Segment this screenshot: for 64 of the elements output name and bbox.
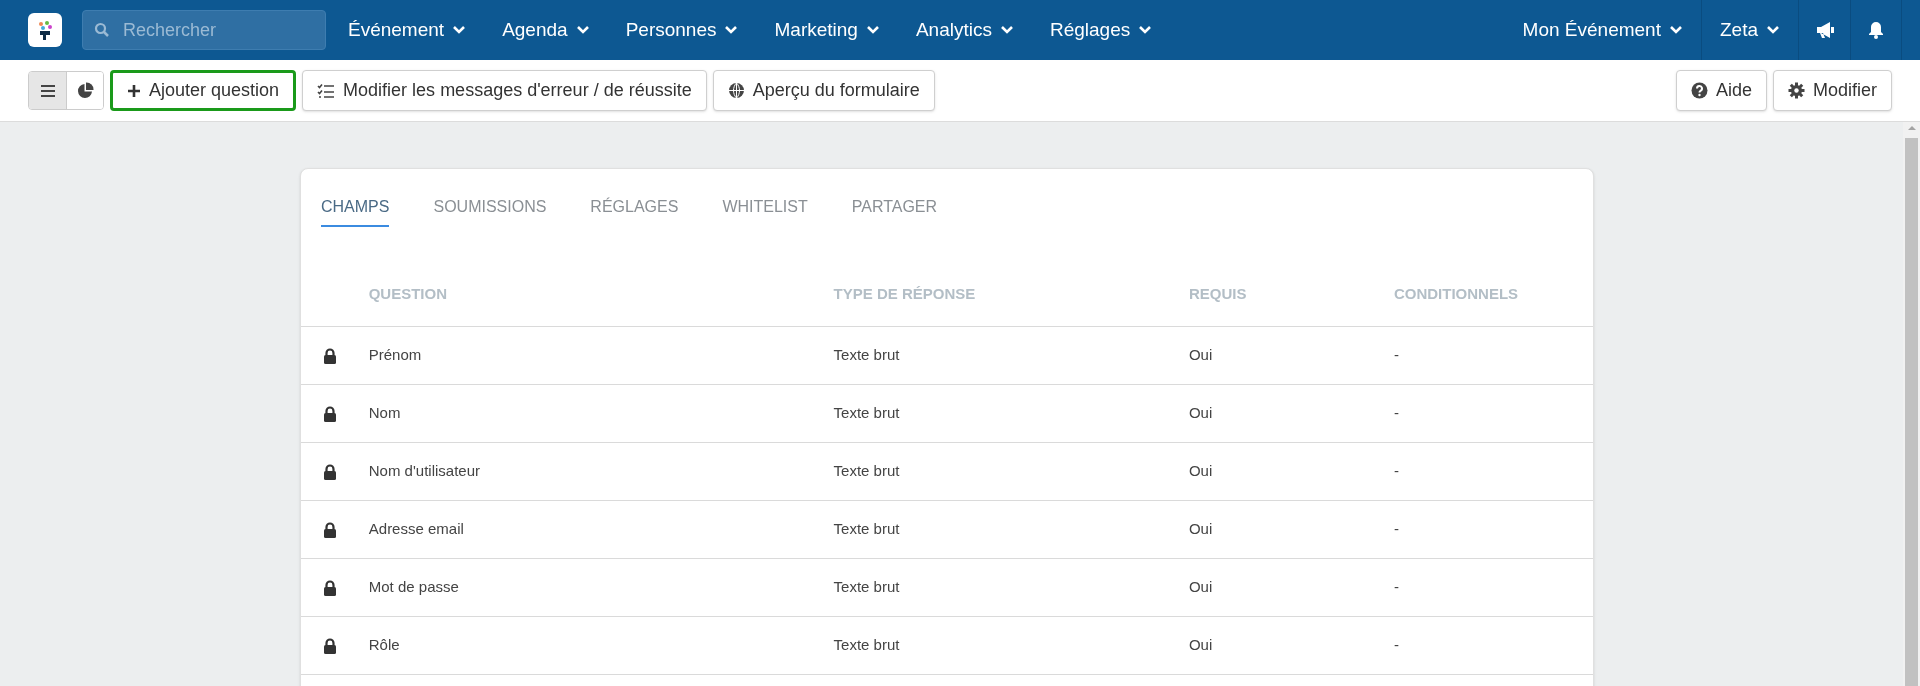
table-cell: Prénom bbox=[368, 346, 422, 364]
nav-menu[interactable]: Analytics bbox=[915, 15, 1014, 45]
edit-messages-button[interactable]: Modifier les messages d'erreur / de réussite bbox=[302, 70, 707, 111]
table-cell: Oui bbox=[1188, 462, 1213, 480]
add-question-button[interactable]: Ajouter question bbox=[110, 70, 297, 111]
help-icon bbox=[1690, 82, 1708, 99]
megaphone-icon bbox=[1814, 21, 1835, 39]
bell-icon bbox=[1868, 21, 1884, 39]
chevron-down-icon bbox=[1138, 25, 1153, 35]
plus-icon bbox=[127, 83, 141, 98]
table-cell: Texte brut bbox=[833, 520, 900, 538]
table-cell: Oui bbox=[1188, 404, 1213, 422]
table-cell: - bbox=[1393, 520, 1399, 538]
search-field[interactable]: Rechercher bbox=[82, 10, 326, 50]
chevron-down-icon bbox=[1766, 25, 1780, 35]
table-cell: Texte brut bbox=[833, 462, 900, 480]
table-cell: Oui bbox=[1188, 520, 1213, 538]
table-cell: - bbox=[1393, 404, 1399, 422]
column-header: REQUIS bbox=[1188, 285, 1247, 303]
search-icon bbox=[94, 22, 110, 38]
checklist-icon bbox=[317, 82, 336, 99]
settings-icon bbox=[1787, 82, 1805, 99]
form-preview-button[interactable]: Aperçu du formulaire bbox=[712, 70, 935, 111]
scrollbar[interactable] bbox=[1903, 122, 1920, 686]
list-view-button[interactable] bbox=[29, 72, 66, 109]
table-cell: Oui bbox=[1188, 578, 1213, 596]
nav-menu[interactable]: Agenda bbox=[502, 15, 590, 45]
table-cell: Oui bbox=[1188, 636, 1213, 654]
chevron-down-icon bbox=[1668, 25, 1683, 35]
table-cell: Nom bbox=[368, 404, 401, 422]
table-cell: Texte brut bbox=[833, 636, 900, 654]
edit-button[interactable]: Modifier bbox=[1772, 70, 1892, 111]
table-cell: - bbox=[1393, 346, 1399, 364]
chevron-down-icon bbox=[575, 25, 590, 35]
column-header: TYPE DE RÉPONSE bbox=[833, 285, 976, 303]
nav-menu[interactable]: Réglages bbox=[1049, 15, 1153, 45]
chevron-down-icon bbox=[452, 25, 467, 35]
table-cell: - bbox=[1393, 636, 1399, 654]
nav-menu[interactable]: Événement bbox=[348, 15, 467, 45]
table-cell: - bbox=[1393, 462, 1399, 480]
chevron-down-icon bbox=[865, 25, 880, 35]
app-logo-icon[interactable] bbox=[28, 13, 62, 47]
menu-icon bbox=[39, 83, 56, 98]
pie-chart-icon bbox=[76, 82, 94, 99]
table-cell: Texte brut bbox=[833, 346, 900, 364]
column-header: QUESTION bbox=[368, 285, 448, 303]
table-cell: - bbox=[1393, 578, 1399, 596]
chevron-down-icon bbox=[724, 25, 739, 35]
nav-menu[interactable]: Personnes bbox=[625, 15, 739, 45]
table-cell: Mot de passe bbox=[368, 578, 459, 596]
chevron-down-icon bbox=[999, 25, 1014, 35]
event-menu[interactable]: Mon Événement bbox=[1504, 0, 1701, 60]
table-cell: Texte brut bbox=[833, 404, 900, 422]
column-header: CONDITIONNELS bbox=[1393, 285, 1519, 303]
table-cell: Rôle bbox=[368, 636, 400, 654]
table-cell: Adresse email bbox=[368, 520, 464, 538]
globe-icon bbox=[727, 82, 745, 99]
chart-view-button[interactable] bbox=[66, 72, 103, 109]
table-cell: Texte brut bbox=[833, 578, 900, 596]
table-cell: Oui bbox=[1188, 346, 1213, 364]
table-cell: Nom d'utilisateur bbox=[368, 462, 481, 480]
nav-menu[interactable]: Marketing bbox=[774, 15, 880, 45]
tab[interactable]: CHAMPS bbox=[321, 195, 390, 227]
help-button[interactable]: Aide bbox=[1675, 70, 1767, 111]
